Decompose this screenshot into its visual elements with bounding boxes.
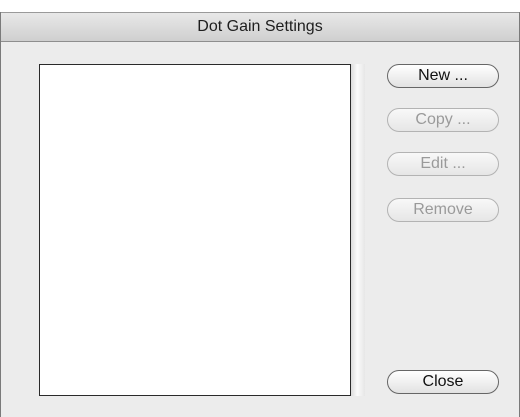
edit-button[interactable]: Edit ... bbox=[387, 152, 499, 176]
new-button[interactable]: New ... bbox=[387, 64, 499, 88]
remove-button[interactable]: Remove bbox=[387, 198, 499, 222]
settings-list-container bbox=[39, 64, 367, 396]
top-strip bbox=[0, 0, 520, 12]
vertical-scrollbar[interactable] bbox=[351, 64, 365, 396]
copy-button[interactable]: Copy ... bbox=[387, 108, 499, 132]
close-button[interactable]: Close bbox=[387, 370, 499, 394]
title-bar[interactable]: Dot Gain Settings bbox=[1, 12, 519, 42]
settings-list[interactable] bbox=[39, 64, 351, 396]
dot-gain-settings-dialog: Dot Gain Settings New ... Copy ... Edit … bbox=[0, 12, 520, 417]
window-title: Dot Gain Settings bbox=[197, 18, 323, 35]
